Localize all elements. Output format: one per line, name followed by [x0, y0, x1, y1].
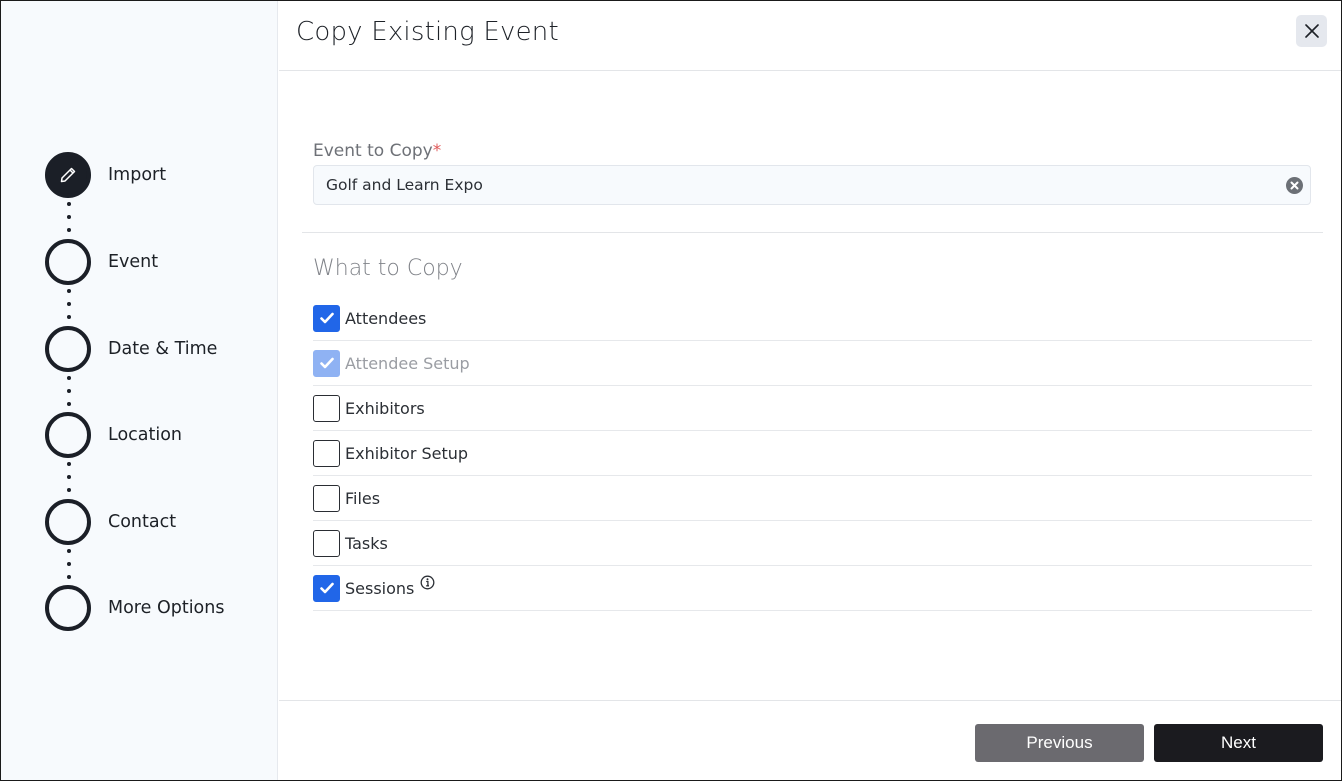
info-icon[interactable]: [420, 575, 435, 590]
option-label: Exhibitor Setup: [345, 443, 469, 463]
step-connector: [67, 289, 71, 319]
attendee-setup-checkbox: [313, 349, 340, 377]
option-label: Sessions: [345, 578, 415, 598]
option-sessions: Sessions: [313, 566, 1312, 611]
section-divider: [302, 232, 1323, 233]
close-icon: [1304, 24, 1319, 38]
attendees-checkbox[interactable]: [313, 304, 340, 332]
option-label: Attendee Setup: [345, 353, 470, 373]
option-attendees: Attendees: [313, 296, 1312, 341]
dialog-main: Copy Existing Event Event to Copy* Golf …: [279, 1, 1341, 780]
check-icon: [319, 312, 334, 324]
step-label: Location: [108, 425, 183, 445]
option-label: Attendees: [345, 308, 427, 328]
step-connector: [67, 376, 71, 406]
what-to-copy-title: What to Copy: [313, 256, 463, 281]
copy-event-dialog: Import Event Date & Time Location Contac…: [0, 0, 1342, 781]
step-indicator: [45, 585, 91, 631]
event-to-copy-label: Event to Copy*: [313, 141, 441, 161]
dialog-title: Copy Existing Event: [296, 17, 559, 47]
step-label: Event: [108, 252, 159, 272]
copy-options-list: Attendees Attendee Setup Exhibitors Exhi…: [313, 296, 1312, 611]
step-import[interactable]: Import: [45, 152, 166, 198]
option-tasks: Tasks: [313, 521, 1312, 566]
option-exhibitor-setup: Exhibitor Setup: [313, 431, 1312, 476]
previous-button[interactable]: Previous: [975, 724, 1144, 762]
exhibitors-checkbox[interactable]: [313, 394, 340, 422]
dialog-footer: Previous Next: [279, 700, 1341, 780]
option-label: Exhibitors: [345, 398, 425, 418]
step-event[interactable]: Event: [45, 239, 158, 285]
step-indicator-active: [45, 152, 91, 198]
step-label: Date & Time: [108, 339, 218, 359]
next-button[interactable]: Next: [1154, 724, 1323, 762]
option-files: Files: [313, 476, 1312, 521]
step-indicator: [45, 499, 91, 545]
sessions-checkbox[interactable]: [313, 574, 340, 602]
event-to-copy-label-text: Event to Copy: [313, 141, 433, 161]
step-connector: [67, 549, 71, 579]
event-to-copy-select[interactable]: Golf and Learn Expo: [313, 165, 1311, 205]
step-indicator: [45, 239, 91, 285]
check-icon: [319, 582, 334, 594]
required-mark: *: [432, 141, 442, 161]
step-label: Contact: [108, 512, 177, 532]
files-checkbox[interactable]: [313, 484, 340, 512]
option-attendee-setup: Attendee Setup: [313, 341, 1312, 386]
step-contact[interactable]: Contact: [45, 499, 176, 545]
option-label: Files: [345, 488, 381, 508]
step-label: More Options: [108, 598, 225, 618]
step-connector: [67, 462, 71, 492]
step-indicator: [45, 412, 91, 458]
step-date-time[interactable]: Date & Time: [45, 326, 217, 372]
check-icon: [319, 357, 334, 369]
clear-selection-icon[interactable]: [1286, 177, 1303, 194]
option-label: Tasks: [345, 533, 388, 553]
close-button[interactable]: [1296, 15, 1327, 47]
step-location[interactable]: Location: [45, 412, 182, 458]
event-to-copy-value: Golf and Learn Expo: [326, 176, 483, 194]
dialog-header: Copy Existing Event: [279, 1, 1341, 71]
step-more-options[interactable]: More Options: [45, 585, 224, 631]
tasks-checkbox[interactable]: [313, 529, 340, 557]
step-indicator: [45, 326, 91, 372]
pencil-icon: [60, 167, 76, 183]
option-exhibitors: Exhibitors: [313, 386, 1312, 431]
exhibitor-setup-checkbox[interactable]: [313, 439, 340, 467]
wizard-steps-sidebar: Import Event Date & Time Location Contac…: [1, 1, 278, 780]
step-label: Import: [108, 165, 167, 185]
step-connector: [67, 202, 71, 232]
